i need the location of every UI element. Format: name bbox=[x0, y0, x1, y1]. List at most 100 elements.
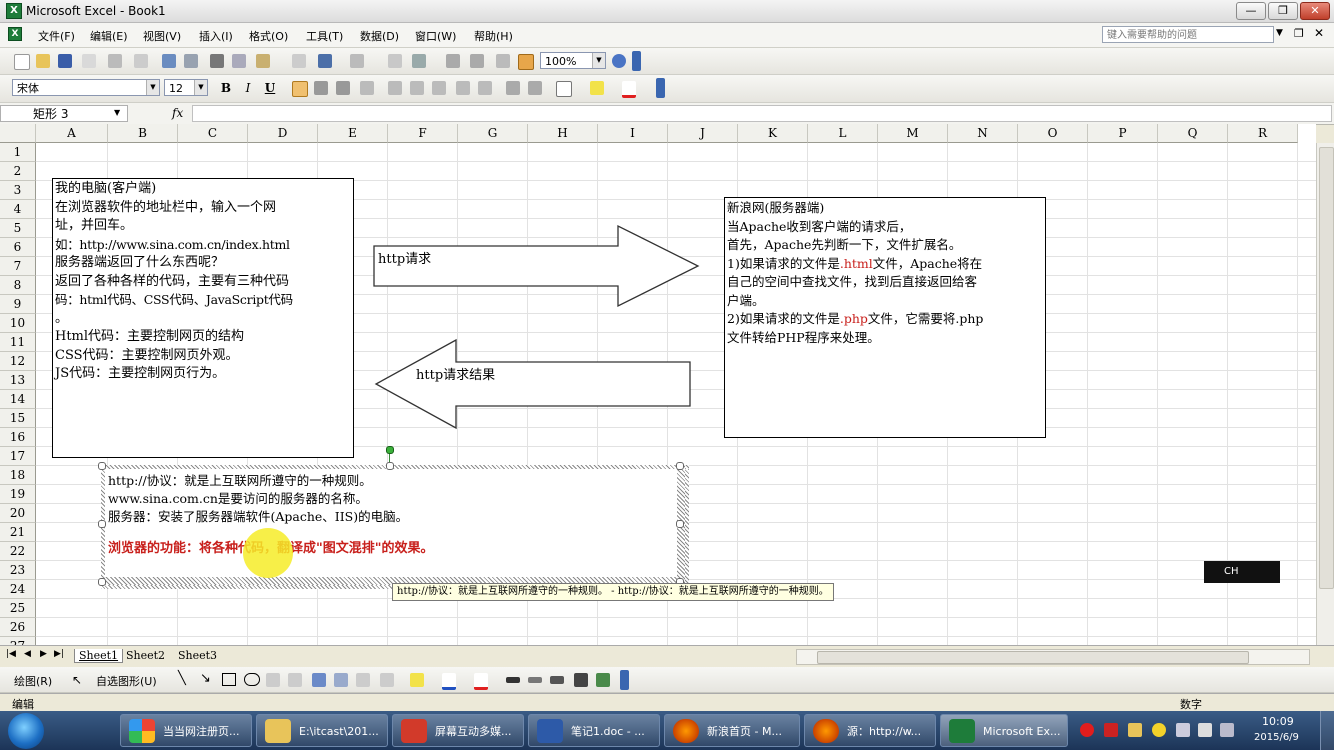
taskbar-item-active[interactable]: Microsoft Ex... bbox=[940, 714, 1068, 747]
open-icon[interactable] bbox=[36, 54, 50, 68]
start-button[interactable] bbox=[8, 713, 44, 749]
maximize-button[interactable]: ❐ bbox=[1268, 2, 1298, 20]
align-right-icon[interactable] bbox=[336, 81, 350, 95]
select-all-corner[interactable] bbox=[0, 124, 36, 143]
draw-toolbar-options-icon[interactable] bbox=[620, 670, 629, 690]
increase-indent-icon[interactable] bbox=[528, 81, 542, 95]
row-header-17[interactable]: 17 bbox=[0, 447, 36, 466]
tray-device-icon[interactable] bbox=[1176, 723, 1190, 737]
doc-restore-icon[interactable]: ❐ bbox=[1294, 27, 1304, 40]
new-icon[interactable] bbox=[14, 54, 30, 70]
row-header-5[interactable]: 5 bbox=[0, 219, 36, 238]
undo-icon[interactable] bbox=[318, 54, 332, 68]
bold-button[interactable]: B bbox=[218, 80, 234, 96]
row-header-24[interactable]: 24 bbox=[0, 580, 36, 599]
sheet-tab-3[interactable]: Sheet3 bbox=[178, 649, 217, 662]
percent-icon[interactable] bbox=[410, 81, 424, 95]
column-header-j[interactable]: J bbox=[668, 124, 738, 143]
currency-icon[interactable] bbox=[388, 81, 402, 95]
font-color-icon[interactable] bbox=[622, 81, 636, 98]
taskbar-item[interactable]: E:\itcast\201... bbox=[256, 714, 388, 747]
resize-handle[interactable] bbox=[676, 462, 684, 470]
font-dropdown-icon[interactable]: ▼ bbox=[146, 80, 159, 95]
vertical-scroll-thumb[interactable] bbox=[1319, 147, 1334, 589]
rotate-handle[interactable] bbox=[386, 446, 394, 454]
autosum-icon[interactable] bbox=[412, 54, 426, 68]
next-sheet-icon[interactable]: ▶ bbox=[40, 649, 47, 659]
column-header-p[interactable]: P bbox=[1088, 124, 1158, 143]
underline-button[interactable]: U bbox=[262, 80, 278, 96]
row-header-22[interactable]: 22 bbox=[0, 542, 36, 561]
column-header-f[interactable]: F bbox=[388, 124, 458, 143]
menu-file[interactable]: 文件(F) bbox=[38, 28, 75, 44]
workbook-icon[interactable]: X bbox=[8, 27, 22, 41]
redo-icon[interactable] bbox=[350, 54, 364, 68]
select-objects-icon[interactable]: ↖ bbox=[72, 673, 82, 687]
close-button[interactable]: ✕ bbox=[1300, 2, 1330, 20]
font-size-select[interactable]: 12 ▼ bbox=[164, 79, 208, 96]
column-header-o[interactable]: O bbox=[1018, 124, 1088, 143]
menu-insert[interactable]: 插入(I) bbox=[199, 28, 233, 44]
column-header-e[interactable]: E bbox=[318, 124, 388, 143]
draw-menu[interactable]: 绘图(R) bbox=[14, 673, 52, 689]
spelling-icon[interactable] bbox=[162, 54, 176, 68]
help-search-input[interactable]: 键入需要帮助的问题 bbox=[1102, 26, 1274, 43]
taskbar-item[interactable]: 源：http://w... bbox=[804, 714, 936, 747]
name-box-dropdown-icon[interactable]: ▼ bbox=[114, 108, 120, 117]
italic-button[interactable]: I bbox=[240, 80, 256, 96]
menu-format[interactable]: 格式(O) bbox=[249, 28, 288, 44]
row-header-10[interactable]: 10 bbox=[0, 314, 36, 333]
wordart-icon[interactable] bbox=[312, 673, 326, 687]
row-header-18[interactable]: 18 bbox=[0, 466, 36, 485]
name-box[interactable]: 矩形 3 bbox=[0, 105, 128, 122]
row-header-3[interactable]: 3 bbox=[0, 181, 36, 200]
row-header-14[interactable]: 14 bbox=[0, 390, 36, 409]
horizontal-scroll-thumb[interactable] bbox=[817, 651, 1249, 664]
sheet-tab-2[interactable]: Sheet2 bbox=[126, 649, 165, 662]
copy-icon[interactable] bbox=[232, 54, 246, 68]
row-header-15[interactable]: 15 bbox=[0, 409, 36, 428]
toolbar-options-icon[interactable] bbox=[632, 51, 641, 71]
taskbar-item[interactable]: 当当网注册页... bbox=[120, 714, 252, 747]
format-toolbar-options-icon[interactable] bbox=[656, 78, 665, 98]
menu-tools[interactable]: 工具(T) bbox=[306, 28, 343, 44]
worksheet-grid[interactable]: ABCDEFGHIJKLMNOPQR 1 2 3 4 5 6 7 8 9 10 11 12 13 14 15… bbox=[0, 124, 1316, 645]
sheet-tab-1[interactable]: Sheet1 bbox=[74, 649, 124, 663]
column-header-m[interactable]: M bbox=[878, 124, 948, 143]
resize-handle[interactable] bbox=[98, 462, 106, 470]
column-header-n[interactable]: N bbox=[948, 124, 1018, 143]
resize-handle[interactable] bbox=[676, 520, 684, 528]
row-header-21[interactable]: 21 bbox=[0, 523, 36, 542]
column-header-i[interactable]: I bbox=[598, 124, 668, 143]
first-sheet-icon[interactable]: |◀ bbox=[6, 649, 16, 659]
clock-date[interactable]: 2015/6/9 bbox=[1254, 732, 1299, 743]
row-header-19[interactable]: 19 bbox=[0, 485, 36, 504]
tray-security-icon[interactable] bbox=[1152, 723, 1166, 737]
column-header-c[interactable]: C bbox=[178, 124, 248, 143]
resize-handle[interactable] bbox=[98, 520, 106, 528]
doc-close-icon[interactable]: ✕ bbox=[1314, 26, 1324, 40]
request-arrow-right[interactable] bbox=[372, 224, 702, 310]
menu-edit[interactable]: 编辑(E) bbox=[90, 28, 128, 44]
diagram-icon[interactable] bbox=[334, 673, 348, 687]
menu-view[interactable]: 视图(V) bbox=[143, 28, 181, 44]
row-header-13[interactable]: 13 bbox=[0, 371, 36, 390]
drawing-toggle-icon[interactable] bbox=[518, 54, 534, 70]
row-header-4[interactable]: 4 bbox=[0, 200, 36, 219]
taskbar-item[interactable]: 新浪首页 - M... bbox=[664, 714, 800, 747]
textbox-tool-icon[interactable] bbox=[266, 673, 280, 687]
vertical-textbox-icon[interactable] bbox=[288, 673, 302, 687]
column-header-h[interactable]: H bbox=[528, 124, 598, 143]
column-header-q[interactable]: Q bbox=[1158, 124, 1228, 143]
decrease-decimal-icon[interactable] bbox=[478, 81, 492, 95]
zoom-select[interactable]: 100% ▼ bbox=[540, 52, 606, 69]
row-header-1[interactable]: 1 bbox=[0, 143, 36, 162]
prev-sheet-icon[interactable]: ◀ bbox=[24, 649, 31, 659]
row-header-8[interactable]: 8 bbox=[0, 276, 36, 295]
horizontal-scrollbar[interactable] bbox=[796, 649, 1310, 665]
merge-center-icon[interactable] bbox=[360, 81, 374, 95]
note-textbox[interactable]: http://协议：就是上互联网所遵守的一种规则。 www.sina.com.c… bbox=[105, 469, 677, 577]
row-header-12[interactable]: 12 bbox=[0, 352, 36, 371]
picture-icon[interactable] bbox=[380, 673, 394, 687]
row-header-25[interactable]: 25 bbox=[0, 599, 36, 618]
